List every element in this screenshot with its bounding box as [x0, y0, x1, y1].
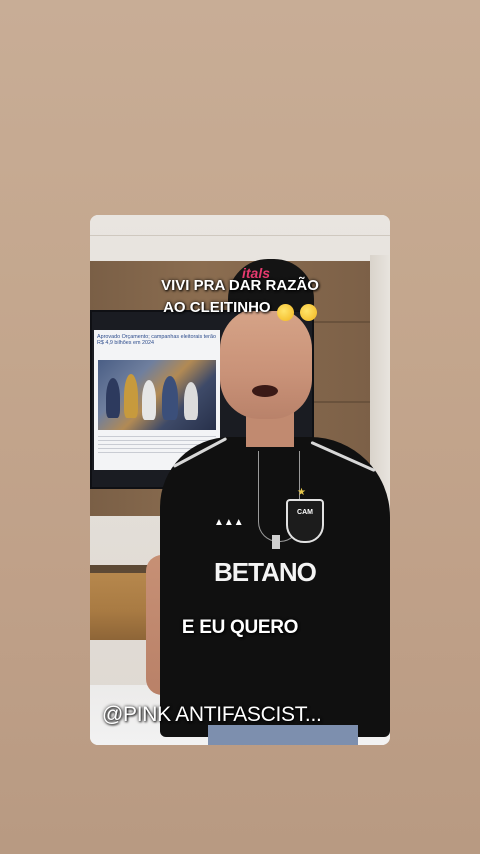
caption-top-line2: AO CLEITINHO	[163, 299, 271, 316]
caption-top-line2-row: AO CLEITINHO x x	[90, 297, 390, 321]
caption-middle: E EU QUERO	[181, 617, 299, 638]
username-watermark[interactable]: @PINK ANTIFASCIST...	[102, 703, 322, 727]
mouth	[252, 385, 278, 397]
caption-top-line1: VIVI PRA DAR RAZÃO	[161, 277, 319, 294]
rolling-on-floor-laughing-icon: x	[299, 304, 317, 321]
jersey-sponsor: BETANO	[214, 557, 317, 587]
star-icon: ★	[297, 487, 306, 498]
story-video-frame[interactable]: Aprovado Orçamento; campanhas eleitorais…	[90, 215, 390, 745]
ceiling-line	[90, 235, 390, 236]
person: itals ★ CAM ▲▲▲ BETANO	[146, 255, 390, 745]
crest-text: CAM	[297, 509, 313, 516]
club-crest: CAM	[286, 499, 324, 543]
pants	[208, 725, 358, 745]
adidas-logo-icon: ▲▲▲	[214, 517, 244, 528]
face-with-hand-over-mouth-icon: x	[276, 304, 294, 321]
head	[220, 307, 312, 419]
dog-tag-pendant	[272, 535, 280, 549]
caption-top: VIVI PRA DAR RAZÃO AO CLEITINHO x x	[90, 275, 390, 321]
